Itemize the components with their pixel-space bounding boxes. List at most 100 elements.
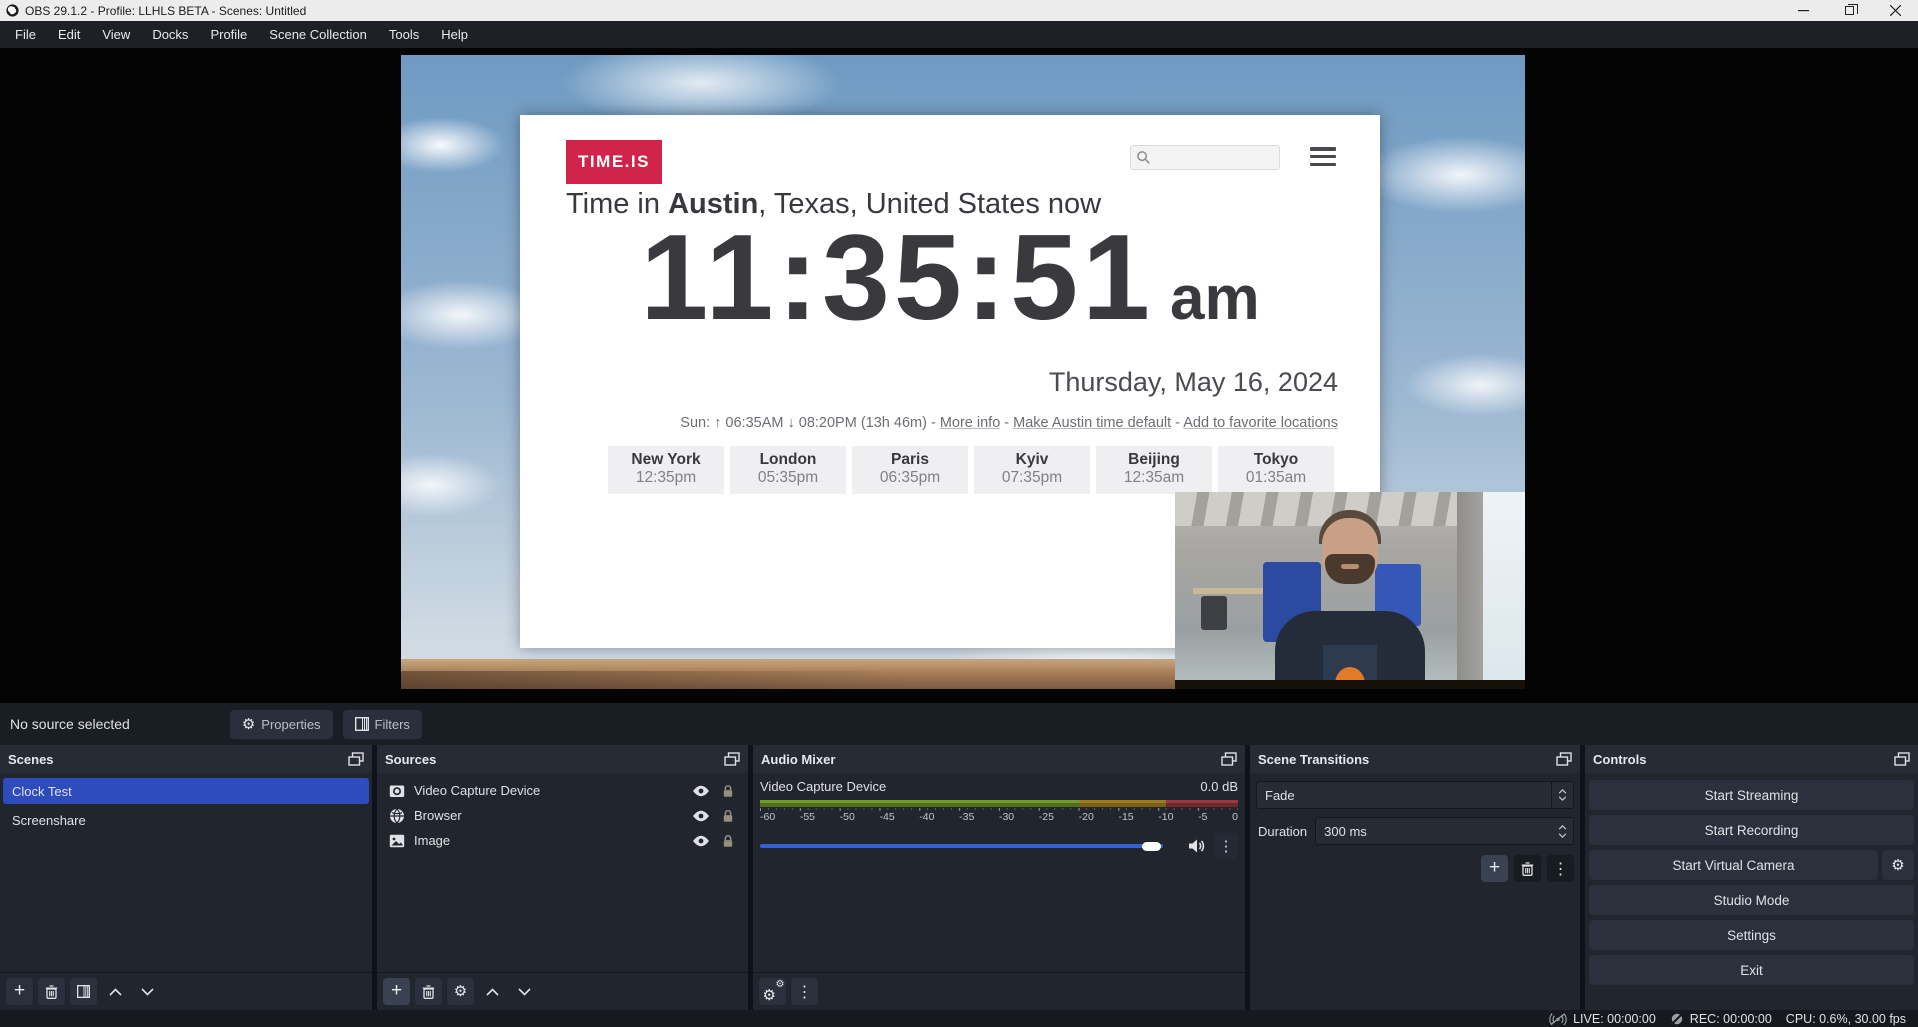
popout-icon[interactable] bbox=[1556, 752, 1572, 766]
lock-icon[interactable] bbox=[719, 809, 737, 823]
remove-scene-button[interactable] bbox=[38, 978, 65, 1005]
volume-slider[interactable] bbox=[760, 838, 1180, 854]
mixer-menu-button[interactable]: ⋮ bbox=[791, 978, 818, 1005]
move-source-up-button[interactable] bbox=[479, 978, 506, 1005]
tick-label: -45 bbox=[879, 811, 894, 823]
sun-info: Sun: ↑ 06:35AM ↓ 08:20PM (13h 46m) - bbox=[680, 415, 940, 431]
transition-select[interactable]: Fade bbox=[1256, 781, 1574, 809]
tick-label: -40 bbox=[919, 811, 934, 823]
scene-transitions-dock: Scene Transitions Fade Duration 300 ms bbox=[1250, 745, 1580, 1010]
menu-profile[interactable]: Profile bbox=[199, 21, 258, 48]
gear-icon: ⚙ bbox=[242, 717, 255, 732]
popout-icon[interactable] bbox=[1221, 752, 1237, 766]
settings-button[interactable]: Settings bbox=[1589, 920, 1914, 950]
controls-body: Start Streaming Start Recording Start Vi… bbox=[1585, 773, 1918, 1010]
add-transition-button[interactable]: + bbox=[1481, 855, 1508, 882]
popout-icon[interactable] bbox=[348, 752, 364, 766]
image-icon bbox=[389, 833, 405, 849]
close-button[interactable] bbox=[1872, 0, 1918, 21]
menu-view[interactable]: View bbox=[91, 21, 141, 48]
scene-canvas[interactable]: TIME.IS Time in Austin, Texas, United St… bbox=[401, 55, 1525, 689]
visibility-eye-icon[interactable] bbox=[692, 784, 710, 798]
restore-button[interactable] bbox=[1826, 0, 1872, 21]
lock-icon[interactable] bbox=[719, 834, 737, 848]
tick-label: -55 bbox=[800, 811, 815, 823]
meter-scale: -60 -55 -50 -45 -40 -35 -30 -25 -20 -15 … bbox=[760, 811, 1238, 823]
source-properties-button[interactable]: ⚙ bbox=[447, 978, 474, 1005]
title-bar: OBS 29.1.2 - Profile: LLHLS BETA - Scene… bbox=[0, 0, 1918, 21]
popout-icon[interactable] bbox=[724, 752, 740, 766]
sources-dock-header: Sources bbox=[377, 745, 748, 773]
minimize-button[interactable] bbox=[1780, 0, 1826, 21]
plus-icon: + bbox=[391, 981, 402, 1000]
scene-item-clock-test[interactable]: Clock Test bbox=[3, 778, 369, 804]
plus-icon: + bbox=[14, 981, 25, 1000]
source-label: Image bbox=[414, 833, 683, 848]
volume-slider-handle[interactable] bbox=[1142, 842, 1161, 851]
move-scene-down-button[interactable] bbox=[134, 978, 161, 1005]
duration-label: Duration bbox=[1256, 824, 1307, 839]
gear-icon: ⚙ bbox=[454, 984, 467, 999]
scene-item-screenshare[interactable]: Screenshare bbox=[3, 807, 369, 833]
remove-transition-button[interactable] bbox=[1514, 855, 1541, 882]
chevron-up-icon[interactable] bbox=[1558, 825, 1567, 830]
filters-button[interactable]: Filters bbox=[343, 710, 422, 739]
city-box: Tokyo 01:35am bbox=[1218, 446, 1334, 494]
chevron-down-icon[interactable] bbox=[1558, 833, 1567, 838]
plus-icon: + bbox=[1489, 858, 1500, 877]
start-streaming-button[interactable]: Start Streaming bbox=[1589, 780, 1914, 810]
source-item-image[interactable]: Image bbox=[380, 828, 745, 853]
restore-icon bbox=[1845, 6, 1854, 15]
exit-button[interactable]: Exit bbox=[1589, 955, 1914, 985]
webcam-window bbox=[1483, 492, 1525, 689]
timeis-clock: 11:35:51am bbox=[520, 207, 1380, 347]
scenes-list: Clock Test Screenshare bbox=[0, 773, 372, 972]
scene-transitions-body: Fade Duration 300 ms + bbox=[1250, 773, 1580, 1010]
transition-properties-button[interactable]: ⋮ bbox=[1547, 855, 1574, 882]
webcam-chair bbox=[1201, 596, 1227, 630]
city-name: New York bbox=[608, 451, 724, 469]
start-virtual-camera-button[interactable]: Start Virtual Camera bbox=[1589, 850, 1878, 880]
duration-spinner[interactable]: 300 ms bbox=[1315, 817, 1574, 845]
tick-label: -10 bbox=[1158, 811, 1173, 823]
mixer-channel-menu-button[interactable]: ⋮ bbox=[1214, 833, 1238, 859]
rec-status: REC: 00:00:00 bbox=[1670, 1012, 1772, 1026]
menu-docks[interactable]: Docks bbox=[141, 21, 199, 48]
audio-mixer-toolbar: ⚙⚙ ⋮ bbox=[753, 972, 1245, 1010]
move-source-down-button[interactable] bbox=[511, 978, 538, 1005]
transitions-toolbar: + ⋮ bbox=[1256, 855, 1574, 882]
properties-label: Properties bbox=[261, 717, 320, 732]
menu-edit[interactable]: Edit bbox=[47, 21, 91, 48]
city-name: Beijing bbox=[1096, 451, 1212, 469]
source-status-text: No source selected bbox=[10, 716, 130, 732]
tick-label: -5 bbox=[1198, 811, 1207, 823]
visibility-eye-icon[interactable] bbox=[692, 809, 710, 823]
menu-help[interactable]: Help bbox=[430, 21, 479, 48]
lock-icon[interactable] bbox=[719, 784, 737, 798]
remove-source-button[interactable] bbox=[415, 978, 442, 1005]
add-scene-button[interactable]: + bbox=[6, 978, 33, 1005]
menu-tools[interactable]: Tools bbox=[378, 21, 430, 48]
speaker-icon[interactable] bbox=[1188, 838, 1206, 854]
stream-inactive-icon bbox=[1549, 1012, 1567, 1025]
audio-mixer-header: Audio Mixer bbox=[753, 745, 1245, 773]
advanced-audio-button[interactable]: ⚙⚙ bbox=[759, 978, 786, 1005]
add-source-button[interactable]: + bbox=[383, 978, 410, 1005]
move-scene-up-button[interactable] bbox=[102, 978, 129, 1005]
virtual-camera-settings-button[interactable]: ⚙ bbox=[1882, 850, 1914, 880]
source-item-browser[interactable]: Browser bbox=[380, 803, 745, 828]
menu-scene-collection[interactable]: Scene Collection bbox=[258, 21, 378, 48]
start-recording-button[interactable]: Start Recording bbox=[1589, 815, 1914, 845]
chevron-up-icon bbox=[486, 988, 499, 996]
scene-filters-button[interactable] bbox=[70, 978, 97, 1005]
popout-icon[interactable] bbox=[1894, 752, 1910, 766]
menu-file[interactable]: File bbox=[4, 21, 47, 48]
source-item-video-capture[interactable]: Video Capture Device bbox=[380, 778, 745, 803]
properties-button[interactable]: ⚙ Properties bbox=[230, 710, 333, 739]
live-status: LIVE: 00:00:00 bbox=[1549, 1012, 1656, 1026]
scene-transitions-title: Scene Transitions bbox=[1258, 752, 1369, 767]
audio-mixer-dock: Audio Mixer Video Capture Device 0.0 dB … bbox=[753, 745, 1245, 1010]
visibility-eye-icon[interactable] bbox=[692, 834, 710, 848]
tick-label: -30 bbox=[999, 811, 1014, 823]
studio-mode-button[interactable]: Studio Mode bbox=[1589, 885, 1914, 915]
